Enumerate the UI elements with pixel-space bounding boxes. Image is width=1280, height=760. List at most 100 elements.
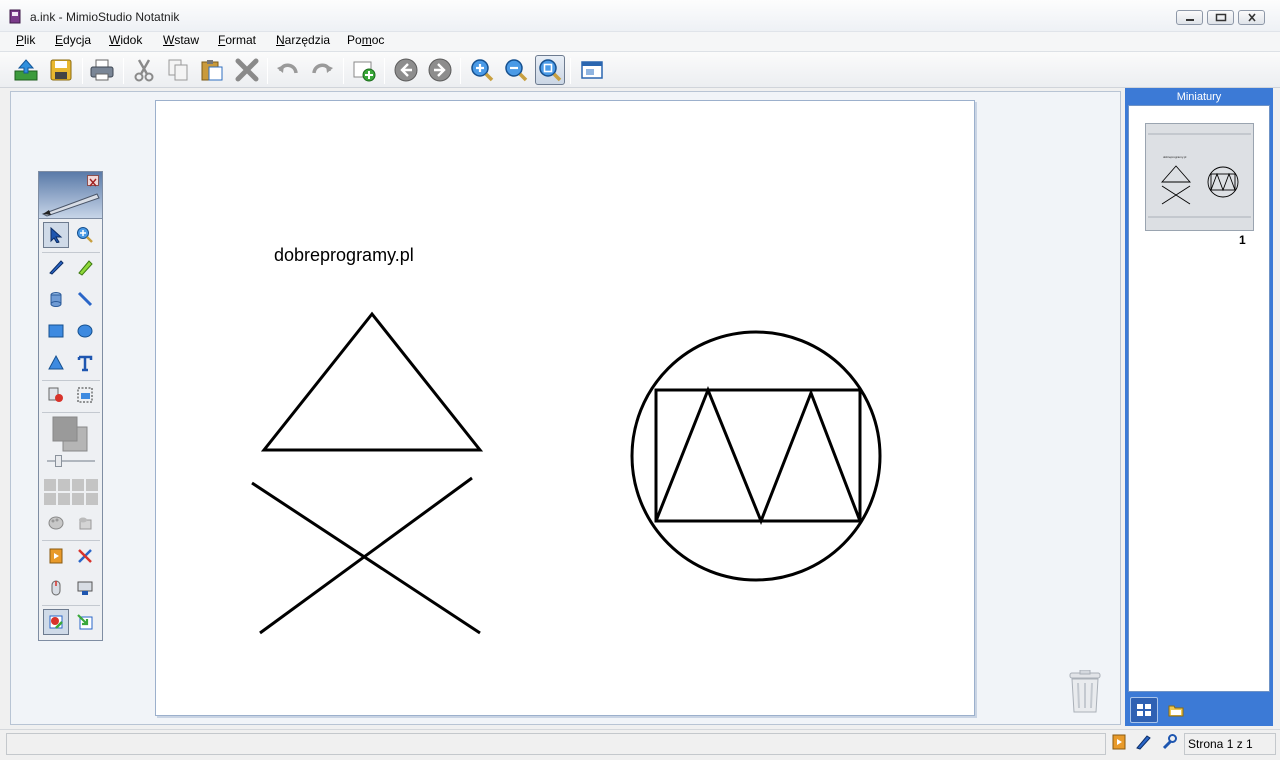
screen-tool[interactable] [72, 575, 98, 601]
recorder-tool[interactable] [43, 543, 69, 569]
eraser-tool[interactable] [43, 286, 69, 312]
wrench-icon [1162, 734, 1177, 750]
thumbnails-tab[interactable] [1130, 697, 1158, 723]
thumbnails-icon [1137, 704, 1151, 716]
copy-icon [168, 59, 188, 81]
cross-line-2[interactable] [259, 476, 473, 635]
forward-icon [428, 58, 452, 82]
color-swatch-icon[interactable] [51, 415, 91, 453]
pen-icon [1136, 735, 1151, 750]
paste-icon [201, 60, 223, 81]
gallery-icon [48, 387, 63, 402]
menu-format[interactable]: Format [218, 33, 256, 47]
minimize-button[interactable] [1176, 10, 1203, 25]
mouse-mode-tool[interactable] [43, 575, 69, 601]
undo-button[interactable] [273, 55, 303, 85]
open-icon [14, 59, 38, 81]
status-pen-button[interactable] [1132, 730, 1154, 754]
slider-thumb[interactable] [55, 455, 62, 467]
trash-icon[interactable] [1067, 670, 1103, 714]
status-recorder-button[interactable] [1108, 730, 1130, 754]
thumbnail-preview: dobreprogramy.pl [1148, 133, 1251, 218]
gallery-tool[interactable] [43, 382, 69, 408]
shapes-tool[interactable] [43, 350, 69, 376]
zoom-out-button[interactable] [501, 55, 531, 85]
cross-line-1[interactable] [251, 481, 481, 635]
delete-button[interactable] [232, 55, 262, 85]
menu-widok[interactable]: Widok [109, 33, 142, 47]
print-icon [90, 59, 114, 81]
pen-tool[interactable] [43, 254, 69, 280]
circle-shape[interactable] [630, 330, 882, 582]
rectangle-icon [48, 324, 64, 338]
notebook-page[interactable]: dobreprogramy.pl [155, 100, 975, 716]
line-icon [77, 291, 93, 307]
menu-pomoc[interactable]: Pomoc [347, 33, 384, 47]
ellipse-tool[interactable] [72, 318, 98, 344]
fill-tool[interactable] [72, 510, 98, 536]
menu-bar: Plik Edycja Widok Wstaw Format Narzędzia… [0, 32, 1280, 51]
highlighter-tool[interactable] [72, 254, 98, 280]
print-button[interactable] [87, 55, 117, 85]
tools-tool[interactable] [72, 543, 98, 569]
rectangle-shape[interactable] [654, 388, 862, 523]
status-settings-button[interactable] [1158, 730, 1180, 754]
menu-plik[interactable]: Plik [16, 33, 35, 47]
zoom-fit-button[interactable] [535, 55, 565, 85]
title-bar: a.ink - MimioStudio Notatnik [0, 0, 1280, 32]
view-button[interactable] [577, 55, 607, 85]
zoom-in-button[interactable] [467, 55, 497, 85]
zigzag-shape[interactable] [654, 385, 862, 526]
line-width-slider[interactable] [47, 454, 95, 468]
import-tool[interactable] [72, 609, 98, 635]
redo-button[interactable] [307, 55, 337, 85]
back-button[interactable] [391, 55, 421, 85]
zoom-in-icon [471, 59, 494, 82]
save-button[interactable] [46, 55, 76, 85]
annotate-icon [49, 615, 63, 629]
close-icon [1248, 13, 1256, 22]
palette-color-tool[interactable] [43, 510, 69, 536]
close-icon [89, 178, 97, 187]
menu-edycja[interactable]: Edycja [55, 33, 91, 47]
open-button[interactable] [11, 55, 41, 85]
paste-button[interactable] [197, 55, 227, 85]
pen-icon [49, 260, 64, 275]
menu-narzedzia[interactable]: Narzędzia [276, 33, 330, 47]
screen-capture-tool[interactable] [72, 382, 98, 408]
window-title: a.ink - MimioStudio Notatnik [30, 10, 180, 24]
text-icon [77, 355, 93, 372]
thumbnail-text: dobreprogramy.pl [1163, 155, 1187, 159]
zoom-tool[interactable] [72, 222, 98, 248]
forward-button[interactable] [425, 55, 455, 85]
select-tool[interactable] [43, 222, 69, 248]
cut-button[interactable] [129, 55, 159, 85]
status-message-area [6, 733, 1106, 755]
thumbnails-panel: Miniatury dobreprogramy.pl 1 [1125, 88, 1273, 726]
highlighter-icon [78, 260, 93, 276]
menu-wstaw[interactable]: Wstaw [163, 33, 199, 47]
page-indicator: Strona 1 z 1 [1188, 737, 1253, 751]
copy-button[interactable] [163, 55, 193, 85]
triangle-shape[interactable] [260, 311, 484, 452]
new-page-button[interactable] [349, 55, 379, 85]
palette-close-button[interactable] [87, 175, 99, 187]
page-thumbnail[interactable]: dobreprogramy.pl [1145, 123, 1254, 231]
folder-icon [1168, 705, 1184, 717]
maximize-button[interactable] [1207, 10, 1234, 25]
panel-title: Miniatury [1176, 91, 1222, 103]
rectangle-tool[interactable] [43, 318, 69, 344]
text-tool[interactable] [72, 350, 98, 376]
cut-icon [134, 59, 154, 82]
annotate-mode-tool[interactable] [43, 609, 69, 635]
tool-palette[interactable] [38, 171, 103, 641]
palette-header[interactable] [39, 172, 102, 219]
folders-tab[interactable] [1162, 697, 1190, 723]
color-grid-icon[interactable] [43, 478, 99, 506]
close-button[interactable] [1238, 10, 1265, 25]
line-tool[interactable] [72, 286, 98, 312]
fill-icon [79, 517, 92, 530]
maximize-icon [1215, 13, 1227, 22]
recorder-icon [1112, 734, 1126, 750]
recorder-icon [49, 548, 63, 564]
